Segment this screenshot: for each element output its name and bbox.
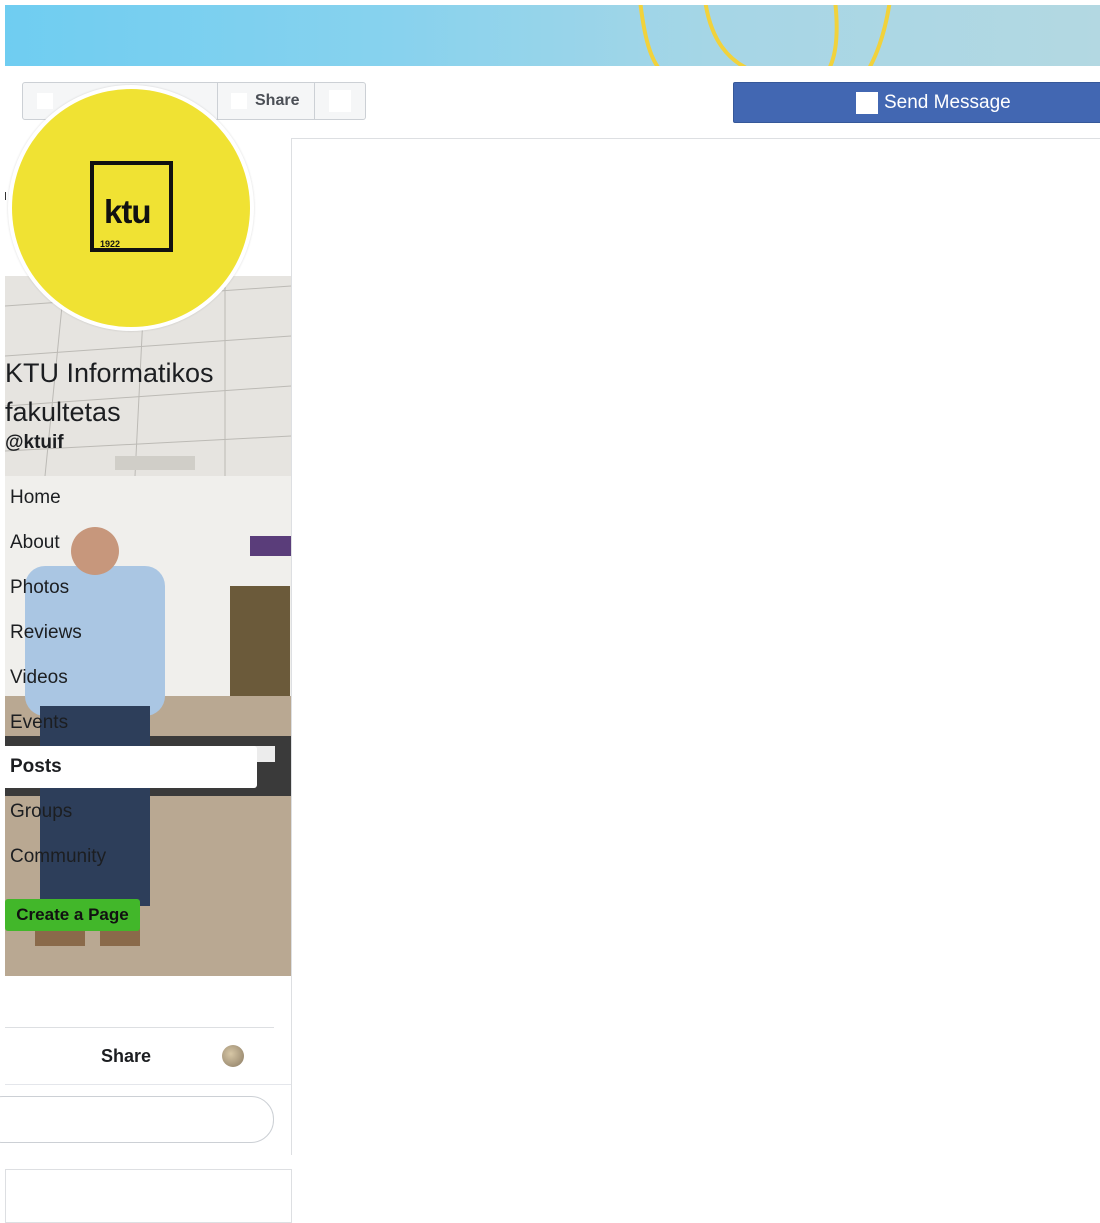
nav-item-home[interactable]: Home [5, 477, 257, 519]
more-options-button[interactable] [329, 83, 359, 119]
nav-item-photos[interactable]: Photos [5, 567, 257, 609]
messenger-icon [856, 91, 878, 114]
logo-year: 1922 [100, 239, 121, 249]
nav-item-videos[interactable]: Videos [5, 657, 257, 699]
nav-item-reviews[interactable]: Reviews [5, 612, 257, 654]
logo-text: ktu [104, 193, 151, 230]
cover-photo[interactable] [5, 5, 1100, 66]
content-card [5, 1169, 292, 1223]
post-share-button[interactable]: Share [101, 1046, 151, 1067]
create-page-button[interactable]: Create a Page [5, 899, 140, 931]
page-username[interactable]: @ktuif [5, 432, 64, 454]
ktu-logo: ktu 1922 [12, 89, 250, 327]
send-message-button[interactable]: Send Message [733, 82, 1100, 123]
more-options-icon [329, 90, 351, 112]
user-avatar[interactable] [222, 1045, 244, 1067]
divider [5, 192, 6, 200]
nav-item-groups[interactable]: Groups [5, 791, 257, 833]
logo-frame: ktu 1922 [90, 161, 173, 252]
nav-item-posts[interactable]: Posts [5, 746, 257, 788]
comment-input[interactable] [0, 1096, 274, 1143]
share-icon [231, 93, 247, 109]
cover-decoration [638, 5, 892, 66]
divider [5, 1084, 291, 1085]
nav-item-about[interactable]: About [5, 522, 257, 564]
share-button[interactable]: Share [231, 83, 321, 119]
like-icon [37, 93, 53, 109]
divider [5, 1027, 274, 1028]
send-message-label: Send Message [884, 91, 1011, 113]
nav-item-events[interactable]: Events [5, 702, 257, 744]
nav-item-community[interactable]: Community [5, 836, 257, 878]
share-button-label: Share [255, 92, 300, 109]
page-title[interactable]: KTU Informatikos fakultetas [5, 354, 285, 432]
profile-picture[interactable]: ktu 1922 [8, 85, 254, 331]
